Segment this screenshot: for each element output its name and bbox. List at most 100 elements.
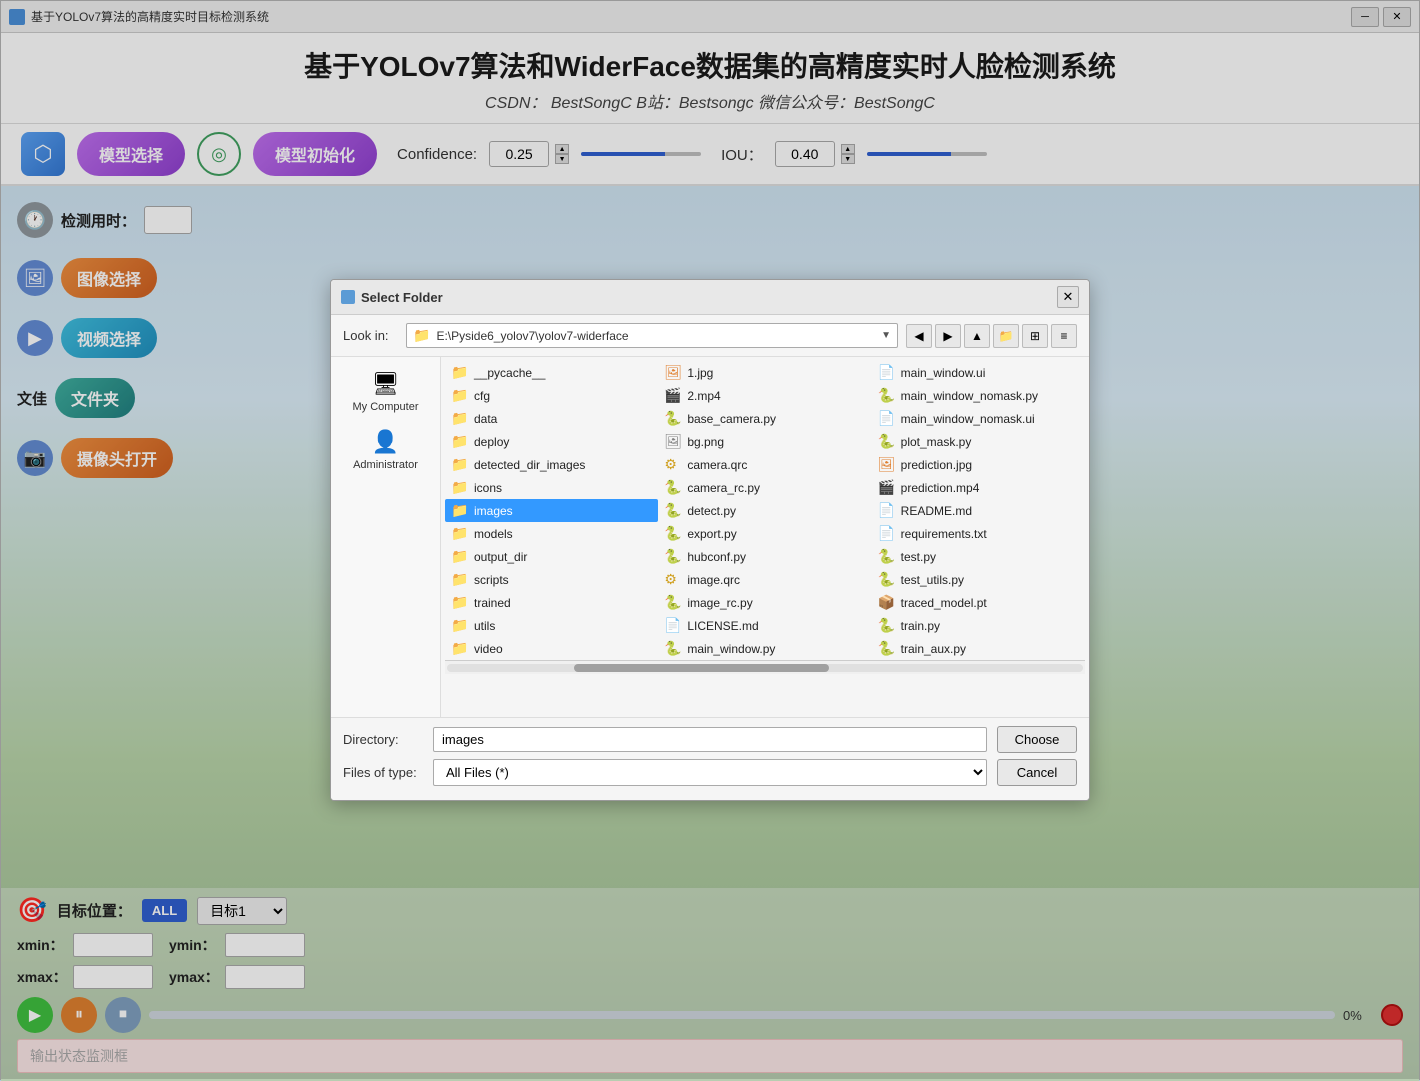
- administrator-shortcut[interactable]: 👤 Administrator: [335, 423, 436, 477]
- folder-icons[interactable]: 📁 icons: [445, 476, 658, 499]
- files-type-row: Files of type: All Files (*) Cancel: [343, 759, 1077, 786]
- horizontal-scrollbar[interactable]: [445, 660, 1085, 674]
- folder-cfg[interactable]: 📁 cfg: [445, 384, 658, 407]
- file-name: 2.mp4: [687, 389, 720, 403]
- folder-name: output_dir: [474, 550, 527, 564]
- folder-images[interactable]: 📁 images: [445, 499, 658, 522]
- file-train-aux-py[interactable]: 🐍 train_aux.py: [872, 637, 1085, 660]
- nav-view-details-button[interactable]: ≡: [1051, 324, 1077, 348]
- file-main-window-ui[interactable]: 📄 main_window.ui: [872, 361, 1085, 384]
- dialog-close-button[interactable]: ✕: [1057, 286, 1079, 308]
- file-camera-rc-py[interactable]: 🐍 camera_rc.py: [658, 476, 871, 499]
- directory-input[interactable]: images: [433, 727, 987, 752]
- ui-file-icon: 📄: [878, 410, 896, 427]
- image-file-icon: 🖼: [664, 433, 682, 450]
- folder-video[interactable]: 📁 video: [445, 637, 658, 660]
- nav-new-folder-button[interactable]: 📁: [993, 324, 1019, 348]
- file-bg-png[interactable]: 🖼 bg.png: [658, 430, 871, 453]
- file-name: image.qrc: [687, 573, 740, 587]
- file-name: plot_mask.py: [901, 435, 972, 449]
- py-file-icon: 🐍: [664, 479, 682, 496]
- file-prediction-jpg[interactable]: 🖼 prediction.jpg: [872, 453, 1085, 476]
- folder-detected-dir[interactable]: 📁 detected_dir_images: [445, 453, 658, 476]
- nav-back-button[interactable]: ◀: [906, 324, 932, 348]
- look-in-combo[interactable]: 📁 E:\Pyside6_yolov7\yolov7-widerface ▼: [406, 323, 898, 348]
- file-base-camera-py[interactable]: 🐍 base_camera.py: [658, 407, 871, 430]
- folder-icon: 📁: [451, 571, 469, 588]
- file-camera-qrc[interactable]: ⚙ camera.qrc: [658, 453, 871, 476]
- folder-data[interactable]: 📁 data: [445, 407, 658, 430]
- select-folder-dialog: Select Folder ✕ Look in: 📁 E:\Pyside6_yo…: [330, 279, 1090, 801]
- file-detect-py[interactable]: 🐍 detect.py: [658, 499, 871, 522]
- file-export-py[interactable]: 🐍 export.py: [658, 522, 871, 545]
- folder-models[interactable]: 📁 models: [445, 522, 658, 545]
- path-folder-icon: 📁: [413, 327, 430, 344]
- folder-deploy[interactable]: 📁 deploy: [445, 430, 658, 453]
- file-image-rc-py[interactable]: 🐍 image_rc.py: [658, 591, 871, 614]
- file-traced-model-pt[interactable]: 📦 traced_model.pt: [872, 591, 1085, 614]
- file-readme-md[interactable]: 📄 README.md: [872, 499, 1085, 522]
- file-main-window-nomask-ui[interactable]: 📄 main_window_nomask.ui: [872, 407, 1085, 430]
- nav-forward-button[interactable]: ▶: [935, 324, 961, 348]
- folder-name: deploy: [474, 435, 509, 449]
- file-prediction-mp4[interactable]: 🎬 prediction.mp4: [872, 476, 1085, 499]
- py-file-icon: 🐍: [664, 640, 682, 657]
- choose-button[interactable]: Choose: [997, 726, 1077, 753]
- file-name: camera_rc.py: [687, 481, 760, 495]
- look-in-row: Look in: 📁 E:\Pyside6_yolov7\yolov7-wide…: [331, 315, 1089, 357]
- scrollbar-thumb[interactable]: [574, 664, 828, 672]
- file-name: base_camera.py: [687, 412, 776, 426]
- folder-icon: 📁: [451, 525, 469, 542]
- file-plot-mask-py[interactable]: 🐍 plot_mask.py: [872, 430, 1085, 453]
- file-requirements-txt[interactable]: 📄 requirements.txt: [872, 522, 1085, 545]
- file-name: requirements.txt: [901, 527, 987, 541]
- file-name: image_rc.py: [687, 596, 752, 610]
- file-main-window-nomask-py[interactable]: 🐍 main_window_nomask.py: [872, 384, 1085, 407]
- folder-output-dir[interactable]: 📁 output_dir: [445, 545, 658, 568]
- qrc-file-icon: ⚙: [664, 571, 682, 588]
- file-train-py[interactable]: 🐍 train.py: [872, 614, 1085, 637]
- cancel-button[interactable]: Cancel: [997, 759, 1077, 786]
- video-file-icon: 🎬: [878, 479, 896, 496]
- folder-scripts[interactable]: 📁 scripts: [445, 568, 658, 591]
- files-grid: 📁 __pycache__ 🖼 1.jpg 📄 main_window.ui: [445, 361, 1085, 660]
- file-hubconf-py[interactable]: 🐍 hubconf.py: [658, 545, 871, 568]
- look-in-label: Look in:: [343, 328, 398, 343]
- file-2mp4[interactable]: 🎬 2.mp4: [658, 384, 871, 407]
- nav-view-list-button[interactable]: ⊞: [1022, 324, 1048, 348]
- look-in-dropdown-arrow[interactable]: ▼: [881, 330, 891, 341]
- look-in-path: E:\Pyside6_yolov7\yolov7-widerface: [436, 329, 875, 343]
- py-file-icon: 🐍: [664, 525, 682, 542]
- folder-name: cfg: [474, 389, 490, 403]
- administrator-icon: 👤: [372, 429, 399, 455]
- nav-buttons: ◀ ▶ ▲ 📁 ⊞ ≡: [906, 324, 1077, 348]
- my-computer-label: My Computer: [352, 401, 418, 413]
- files-type-select[interactable]: All Files (*): [433, 759, 987, 786]
- folder-utils[interactable]: 📁 utils: [445, 614, 658, 637]
- file-name: main_window.py: [687, 642, 775, 656]
- file-name: prediction.jpg: [901, 458, 972, 472]
- py-file-icon: 🐍: [664, 410, 682, 427]
- file-image-qrc[interactable]: ⚙ image.qrc: [658, 568, 871, 591]
- file-main-window-py[interactable]: 🐍 main_window.py: [658, 637, 871, 660]
- py-file-icon: 🐍: [878, 571, 896, 588]
- directory-label: Directory:: [343, 732, 423, 747]
- file-name: main_window_nomask.py: [901, 389, 1038, 403]
- py-file-icon: 🐍: [878, 548, 896, 565]
- dialog-body: 🖥 My Computer 👤 Administrator: [331, 357, 1089, 717]
- file-test-py[interactable]: 🐍 test.py: [872, 545, 1085, 568]
- py-file-icon: 🐍: [878, 640, 896, 657]
- files-panel[interactable]: 📁 __pycache__ 🖼 1.jpg 📄 main_window.ui: [441, 357, 1089, 717]
- my-computer-shortcut[interactable]: 🖥 My Computer: [335, 365, 436, 419]
- file-name: test.py: [901, 550, 936, 564]
- file-test-utils-py[interactable]: 🐍 test_utils.py: [872, 568, 1085, 591]
- file-license-md[interactable]: 📄 LICENSE.md: [658, 614, 871, 637]
- folder-pycache[interactable]: 📁 __pycache__: [445, 361, 658, 384]
- folder-trained[interactable]: 📁 trained: [445, 591, 658, 614]
- nav-up-button[interactable]: ▲: [964, 324, 990, 348]
- folder-name: __pycache__: [474, 366, 545, 380]
- py-file-icon: 🐍: [878, 617, 896, 634]
- md-file-icon: 📄: [664, 617, 682, 634]
- folder-icon: 📁: [451, 640, 469, 657]
- file-1jpg[interactable]: 🖼 1.jpg: [658, 361, 871, 384]
